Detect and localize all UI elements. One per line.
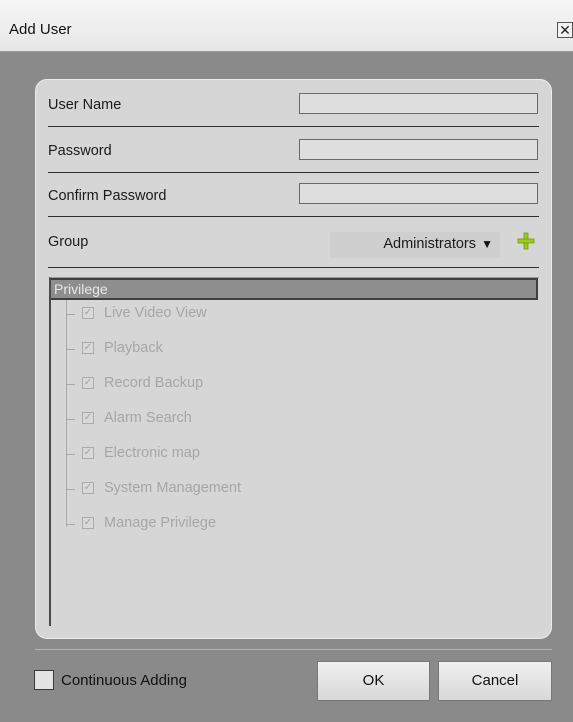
- privilege-item-label: Live Video View: [104, 305, 207, 321]
- user-form-panel: User Name Password Confirm Password Grou…: [35, 79, 552, 639]
- privilege-item-label: Record Backup: [104, 375, 204, 391]
- checkbox-checked-icon[interactable]: ✓: [82, 517, 94, 529]
- privilege-item-label: Playback: [104, 340, 163, 356]
- user-name-label: User Name: [48, 97, 122, 113]
- group-label: Group: [48, 234, 89, 250]
- checkbox-checked-icon[interactable]: ✓: [82, 447, 94, 459]
- user-name-field[interactable]: [299, 93, 538, 114]
- plus-icon[interactable]: [517, 232, 535, 250]
- checkbox-checked-icon[interactable]: ✓: [82, 342, 94, 354]
- divider: [48, 216, 539, 217]
- tree-branch: [66, 489, 75, 490]
- tree-branch: [66, 419, 75, 420]
- tree-branch: [66, 349, 75, 350]
- continuous-adding-label: Continuous Adding: [61, 672, 187, 689]
- tree-branch: [66, 384, 75, 385]
- continuous-adding-checkbox[interactable]: [34, 670, 54, 690]
- title-bar: Add User ✕: [0, 0, 573, 52]
- close-icon: ✕: [559, 22, 571, 38]
- group-selected-value: Administrators: [383, 236, 476, 252]
- cancel-button[interactable]: Cancel: [438, 661, 552, 701]
- privilege-tree: Privilege ✓ Live Video View ✓ Playback ✓…: [49, 277, 539, 626]
- privilege-item-label: Manage Privilege: [104, 515, 217, 531]
- ok-button[interactable]: OK: [317, 661, 430, 701]
- checkbox-checked-icon[interactable]: ✓: [82, 412, 94, 424]
- privilege-item-label: System Management: [104, 480, 242, 496]
- privilege-item-label: Alarm Search: [104, 410, 192, 426]
- password-label: Password: [48, 143, 112, 159]
- checkbox-checked-icon[interactable]: ✓: [82, 377, 94, 389]
- privilege-header-label: Privilege: [54, 281, 108, 297]
- tree-connector: [66, 300, 67, 527]
- password-field[interactable]: [299, 139, 538, 160]
- checkbox-checked-icon[interactable]: ✓: [82, 482, 94, 494]
- divider: [48, 126, 539, 127]
- divider: [48, 267, 539, 268]
- tree-branch: [66, 454, 75, 455]
- window-title: Add User: [9, 21, 72, 38]
- tree-branch: [66, 314, 75, 315]
- privilege-header[interactable]: Privilege: [51, 278, 538, 300]
- privilege-item-label: Electronic map: [104, 445, 200, 461]
- group-select[interactable]: Administrators ▼: [330, 232, 500, 258]
- divider: [48, 172, 539, 173]
- confirm-password-label: Confirm Password: [48, 188, 167, 204]
- tree-branch: [66, 524, 75, 525]
- footer-divider: [35, 649, 552, 650]
- chevron-down-icon: ▼: [481, 237, 493, 251]
- confirm-password-field[interactable]: [299, 183, 538, 204]
- close-button[interactable]: ✕: [557, 22, 573, 38]
- checkbox-checked-icon[interactable]: ✓: [82, 307, 94, 319]
